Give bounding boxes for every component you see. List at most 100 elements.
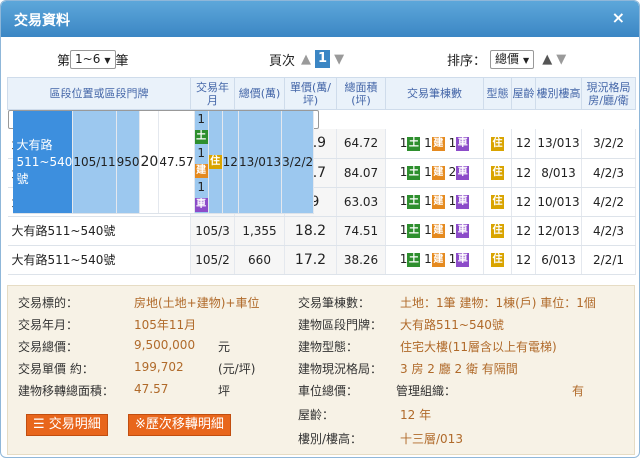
count-number: 1 (448, 252, 457, 267)
cell-age: 12 (511, 158, 536, 188)
cell-age: 12 (511, 216, 536, 246)
count-number: 1 (424, 223, 432, 238)
residential-badge-icon: 住 (491, 223, 504, 238)
table-row[interactable]: 大有路511~540號 105/11 950 20 47.57 1 土 1 建 1 車 住 12 1… (7, 110, 320, 214)
col-header[interactable]: 屋齡 (511, 77, 536, 110)
sort-select[interactable]: 總價 ▼ (490, 49, 535, 69)
history-button[interactable]: ※歷次移轉明細 (128, 414, 231, 436)
car-badge-icon: 車 (456, 136, 470, 151)
transaction-detail-panel: 交易標的： 房地(土地+建物)+車位 交易年月： 105年11月 交易總價： 9… (7, 285, 635, 455)
col-header[interactable]: 區段位置或區段門牌 (7, 77, 191, 110)
list-icon: ☰ (33, 417, 49, 432)
cell-unit: 20 (139, 111, 160, 214)
count-label: 交易筆棟數： (298, 296, 371, 310)
range-select[interactable]: 1~6 ▼ (70, 49, 116, 69)
cell-count: 1 土 1 建 1 車 (194, 111, 209, 214)
residential-badge-icon: 住 (491, 165, 504, 180)
count-number: 1 (399, 194, 408, 209)
prev-page-icon[interactable]: ▲ (301, 52, 311, 67)
col-header[interactable]: 總面積(坪) (336, 77, 386, 110)
count-number: 2 (448, 165, 457, 180)
cell-area: 74.51 (336, 216, 386, 246)
residential-badge-icon: 住 (491, 136, 504, 151)
page-label: 頁次 (269, 53, 296, 69)
cell-area: 38.26 (336, 245, 386, 275)
detail-button[interactable]: ☰ 交易明細 (26, 414, 108, 436)
col-header[interactable]: 現況格局房/廳/衛 (581, 77, 636, 110)
cell-age: 12 (222, 111, 239, 214)
cell-addr: 大有路511~540號 (7, 216, 191, 246)
count-number: 1 (197, 180, 205, 194)
count-number: 1 (448, 223, 457, 238)
cell-floor: 13/013 (238, 111, 283, 214)
sort-label: 排序： (447, 53, 487, 69)
record-range-control: 第 1~6 ▼ 筆 (57, 49, 129, 69)
cell-floor: 6/013 (535, 245, 582, 275)
next-page-icon[interactable]: ▼ (334, 52, 344, 67)
count-value: 土地：1筆 建物：1棟(戶) 車位：1個 (400, 296, 596, 310)
parking-label: 車位總價： (298, 384, 359, 398)
sort-control: 排序： 總價 ▼ ▲ ▼ (447, 49, 568, 69)
cell-layout: 3/2/2 (281, 111, 315, 214)
cell-total: 950 (116, 111, 141, 214)
col-header[interactable]: 單價(萬/坪) (284, 77, 337, 110)
title-bar: 交易資料 × (1, 1, 639, 37)
car-badge-icon: 車 (456, 165, 470, 180)
col-header[interactable]: 型態 (483, 77, 512, 110)
cell-age: 12 (511, 187, 536, 217)
count-number: 1 (197, 112, 205, 126)
cell-layout: 4/2/3 (581, 158, 636, 188)
col-header[interactable]: 交易年月 (190, 77, 235, 110)
table-row[interactable]: 大有路511~540號 105/2 660 17.2 38.26 1 土 1建 1車 住 12… (7, 245, 636, 275)
total-unit: 元 (218, 340, 231, 354)
close-icon[interactable]: × (612, 8, 625, 27)
car-badge-icon: 車 (194, 197, 208, 212)
land-badge-icon: 土 (407, 165, 421, 180)
cell-floor: 8/013 (535, 158, 582, 188)
current-page[interactable]: 1 (315, 50, 331, 68)
residential-badge-icon: 住 (491, 194, 504, 209)
cell-floor: 12/013 (535, 216, 582, 246)
sort-ascending-icon[interactable]: ▲ (542, 52, 552, 67)
ym-label: 交易年月： (18, 318, 79, 332)
cell-ym: 105/2 (190, 245, 235, 275)
cell-type: 住 (483, 245, 512, 275)
unit-unit: (元/坪) (218, 362, 256, 376)
bldg-badge-icon: 建 (431, 252, 445, 267)
area-label: 建物移轉總面積： (18, 384, 115, 398)
count-number: 1 (399, 136, 408, 150)
count-number: 1 (424, 165, 432, 180)
land-badge-icon: 土 (407, 136, 421, 151)
cell-type: 住 (483, 187, 512, 217)
layout-label: 建物現況格局： (298, 362, 383, 376)
sort-descending-icon[interactable]: ▼ (556, 52, 566, 67)
col-header[interactable]: 總價(萬) (234, 77, 285, 110)
col-header[interactable]: 交易筆棟數 (385, 77, 484, 110)
count-number: 1 (448, 194, 457, 209)
col-header[interactable]: 樓別樓高 (535, 77, 582, 110)
mgmt-label: 管理組織： (396, 384, 457, 398)
unit-label: 交易單價 約： (18, 362, 94, 376)
total-label: 交易總價： (18, 340, 79, 354)
addr-value: 大有路511~540號 (400, 318, 504, 332)
cell-area: 63.03 (336, 187, 386, 217)
ym-value: 105年11月 (134, 318, 197, 332)
cell-unit: 17.2 (284, 245, 337, 275)
residential-badge-icon: 住 (491, 252, 504, 267)
land-badge-icon: 土 (407, 194, 421, 209)
target-label: 交易標的： (18, 296, 79, 310)
count-number: 1 (424, 252, 432, 267)
car-badge-icon: 車 (456, 194, 470, 209)
layout-value: 3 房 2 廳 2 衛 有隔間 (400, 362, 518, 376)
cell-ym: 105/11 (72, 111, 117, 214)
cell-type: 住 (208, 111, 223, 214)
cell-area: 64.72 (336, 129, 386, 159)
table-row[interactable]: 大有路511~540號 105/3 1,355 18.2 74.51 1 土 1建 1車 住… (7, 216, 636, 246)
age-value: 12 年 (400, 408, 432, 422)
area-value: 47.57 (134, 382, 169, 396)
cell-total: 660 (234, 245, 285, 275)
range-suffix: 筆 (115, 53, 129, 69)
cell-age: 12 (511, 129, 536, 159)
cell-layout: 3/2/2 (581, 129, 636, 159)
addr-label: 建物區段門牌： (298, 318, 383, 332)
